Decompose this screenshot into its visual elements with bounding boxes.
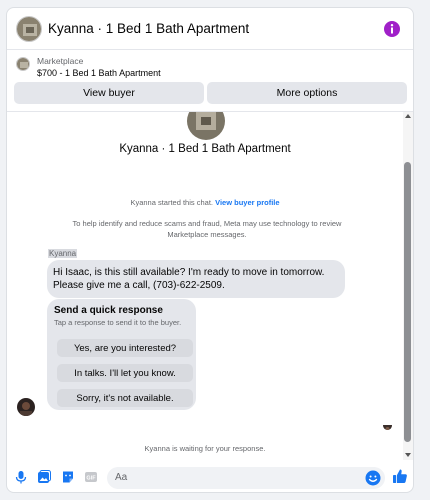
message-bubble: Hi Isaac, is this still available? I'm r…: [47, 260, 345, 298]
started-label: Kyanna started this chat.: [130, 198, 216, 207]
quick-response-in-talks[interactable]: In talks. I'll let you know.: [57, 364, 193, 382]
scroll-down-arrow-icon[interactable]: [405, 453, 411, 457]
message-composer: GIF Aa: [7, 460, 413, 492]
listing-summary[interactable]: Marketplace $700 - 1 Bed 1 Bath Apartmen…: [7, 51, 413, 83]
scrollbar-thumb[interactable]: [404, 162, 411, 442]
chat-title: Kyanna · 1 Bed 1 Bath Apartment: [119, 143, 291, 155]
chat-header-title[interactable]: Kyanna · 1 Bed 1 Bath Apartment: [48, 21, 249, 36]
quick-response-card: Send a quick response Tap a response to …: [47, 299, 196, 410]
photo-icon[interactable]: [37, 470, 51, 484]
listing-source: Marketplace: [37, 56, 84, 66]
view-buyer-profile-link[interactable]: View buyer profile: [215, 198, 279, 207]
message-thread: Kyanna · 1 Bed 1 Bath Apartment Kyanna s…: [7, 112, 403, 460]
info-icon[interactable]: [384, 21, 400, 37]
quick-response-subtitle: Tap a response to send it to the buyer.: [54, 318, 182, 327]
quick-response-yes[interactable]: Yes, are you interested?: [57, 339, 193, 357]
microphone-icon[interactable]: [14, 470, 28, 484]
thumbs-up-icon[interactable]: [392, 468, 408, 484]
message-input-placeholder: Aa: [115, 472, 128, 483]
quick-response-not-available[interactable]: Sorry, it's not available.: [57, 389, 193, 407]
chat-header: Kyanna · 1 Bed 1 Bath Apartment: [7, 8, 413, 50]
thread-scrollbar[interactable]: [403, 112, 413, 460]
waiting-status: Kyanna is waiting for your response.: [144, 444, 266, 453]
scam-notice: To help identify and reduce scams and fr…: [72, 219, 342, 239]
more-options-button[interactable]: More options: [207, 82, 407, 104]
buyer-avatar[interactable]: [17, 398, 35, 416]
message-input[interactable]: Aa: [107, 467, 385, 489]
chat-window: Kyanna · 1 Bed 1 Bath Apartment Marketpl…: [6, 7, 414, 493]
listing-name: $700 - 1 Bed 1 Bath Apartment: [37, 68, 161, 78]
quick-response-title: Send a quick response: [54, 305, 163, 316]
view-buyer-button[interactable]: View buyer: [14, 82, 204, 104]
sender-name: Kyanna: [48, 249, 78, 258]
scroll-up-arrow-icon[interactable]: [405, 114, 411, 118]
chat-avatar: [187, 112, 225, 140]
gif-icon[interactable]: GIF: [84, 470, 98, 484]
emoji-icon[interactable]: [365, 470, 381, 486]
listing-avatar[interactable]: [16, 16, 42, 42]
listing-thumbnail: [16, 57, 30, 71]
seen-indicator-avatar: [383, 421, 392, 430]
svg-text:GIF: GIF: [86, 476, 96, 482]
chat-started-text: Kyanna started this chat. View buyer pro…: [7, 198, 403, 207]
sticker-icon[interactable]: [61, 470, 75, 484]
